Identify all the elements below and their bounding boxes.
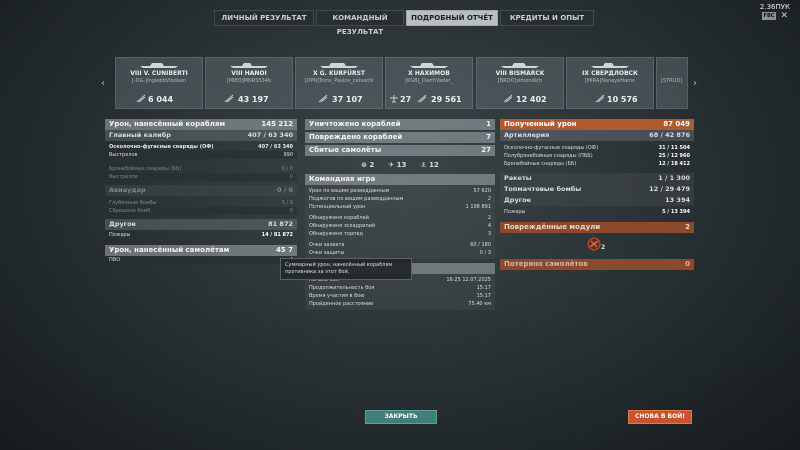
ship-name: VIII BISMARCK: [495, 70, 545, 77]
tab-bar: Личный результат Командный результат Под…: [214, 10, 594, 36]
ship-damage: 43 197: [238, 95, 269, 104]
planes-icon: ✈ 13: [388, 161, 407, 169]
damage-icon: [224, 94, 234, 103]
damage-icon: [595, 94, 605, 103]
ship-silhouette-icon: [501, 63, 539, 68]
ship-silhouette-icon: [230, 63, 268, 68]
planes-count: 27: [400, 95, 412, 104]
player-name: [MIEO]MNRS534b: [226, 78, 272, 84]
damaged-ships-row: Повреждено кораблей 7: [305, 132, 495, 143]
dealt-damage-header[interactable]: Урон, нанесённый кораблям 145 212: [105, 119, 297, 130]
ship-name: X G. KURFÜRST: [312, 70, 366, 77]
damaged-module-icon: [587, 237, 601, 251]
credits-amount: 2.36ПУК: [759, 3, 790, 11]
ship-card[interactable]: X НАХИМОВ [KGB]_DarthVader_ 27 29 561: [385, 57, 473, 109]
main-battery-section: Главный калибр 407 / 63 340: [105, 130, 297, 141]
ship-card[interactable]: VIII BISMARCK [BRDO]simondich 12 402: [476, 57, 564, 109]
player-name: [STRUD]: [661, 78, 683, 84]
ship-silhouette-icon: [320, 63, 358, 68]
damage-icon: [318, 94, 328, 103]
received-damage-header[interactable]: Полученный урон 87 049: [500, 119, 694, 130]
ship-damage: 10 576: [607, 95, 638, 104]
achievement-icons: ⊛ 2 ✈ 13 ⚓ 12: [305, 156, 495, 174]
ship-silhouette-icon: [591, 63, 629, 68]
team-play-rows: Урон по вашим разведданным 57 620 Поджого…: [305, 185, 495, 259]
window-controls: FBC ✕: [761, 11, 788, 21]
spotted-icon: ⊛ 2: [361, 161, 375, 169]
tab-credits-xp[interactable]: Кредиты и опыт: [500, 10, 594, 26]
player-name: [MIRA]NanayeHamo: [584, 78, 636, 84]
modules-icons: 2: [500, 233, 694, 259]
ship-damage: 6 044: [148, 95, 174, 104]
tab-personal-result[interactable]: Личный результат: [214, 10, 314, 26]
battle-again-button[interactable]: Снова в бой!: [628, 410, 692, 424]
ship-name: VIII V. CUNIBERTI: [130, 70, 188, 77]
planes-lost-header[interactable]: Потеряно самолётов 0: [500, 259, 694, 270]
close-icon[interactable]: ✕: [780, 11, 788, 21]
ship-name: X НАХИМОВ: [408, 70, 450, 77]
carousel-right-arrow-icon[interactable]: ›: [693, 78, 697, 89]
ship-card[interactable]: VIII HANOI [MIEO]MNRS534b 43 197: [205, 57, 293, 109]
damaged-modules-header[interactable]: Повреждённые модули 2: [500, 222, 694, 233]
ship-damage: 37 107: [332, 95, 363, 104]
plane-icon: [390, 95, 398, 103]
player-name: [KGB]_DarthVader_: [405, 78, 453, 84]
damaged-module-count: 2: [601, 244, 606, 251]
team-play-header: Командная игра: [305, 174, 495, 185]
player-name: [-DG-]InglebbVibdeen: [131, 78, 187, 84]
ship-damage: 29 561: [431, 95, 462, 104]
ship-silhouette-icon: [140, 63, 178, 68]
planes-damage-header[interactable]: Урон, нанесённый самолётам 45 7: [105, 245, 297, 256]
player-name: [OPN]Toms_Pavlov_celvachi: [304, 78, 374, 84]
destroyed-ships-row: Уничтожено кораблей 1: [305, 119, 495, 130]
damage-icon: [503, 94, 513, 103]
planes-shot-row: Сбитые самолёты 27: [305, 145, 495, 156]
player-name: [BRDO]simondich: [497, 78, 543, 84]
close-button[interactable]: Закрыть: [365, 410, 437, 424]
tab-detailed-report[interactable]: Подробный отчёт: [406, 10, 498, 26]
ship-name: VIII HANOI: [231, 70, 267, 77]
combat-summary-panel: Уничтожено кораблей 1 Повреждено кораблей…: [305, 119, 495, 310]
squadron-icon: ⚓ 12: [420, 161, 439, 169]
received-damage-panel: Полученный урон 87 049 Артиллерия 68 / 42 …: [500, 119, 694, 270]
ship-name: IX СВЕРДЛОВСК: [582, 70, 638, 77]
damage-icon: [136, 94, 146, 103]
damage-tooltip: Суммарный урон, нанесённый кораблям прот…: [280, 258, 412, 280]
ship-silhouette-icon: [410, 63, 448, 68]
server-badge: FBC: [761, 12, 777, 20]
ship-card[interactable]: IX СВЕРДЛОВСК [MIRA]NanayeHamo 10 576: [566, 57, 654, 109]
dealt-damage-panel: Урон, нанесённый кораблям 145 212 Главный…: [105, 119, 297, 264]
tab-team-result[interactable]: Командный результат: [316, 10, 404, 36]
ship-damage: 12 402: [516, 95, 547, 104]
damage-icon: [417, 94, 427, 103]
ship-card[interactable]: VIII V. CUNIBERTI [-DG-]InglebbVibdeen 6…: [115, 57, 203, 109]
carousel-left-arrow-icon[interactable]: ‹: [101, 78, 105, 89]
ship-card[interactable]: [STRUD]: [656, 57, 688, 109]
ship-card[interactable]: X G. KURFÜRST [OPN]Toms_Pavlov_celvachi …: [295, 57, 383, 109]
